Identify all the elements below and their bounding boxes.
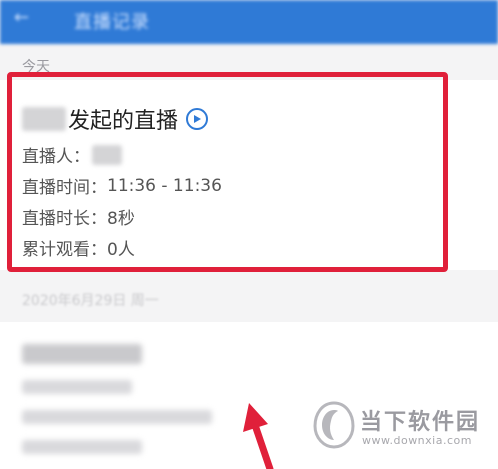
page-title: 直播记录 — [74, 12, 150, 33]
watermark: 当下软件园 www.downxia.com — [312, 400, 498, 460]
red-highlight-box — [7, 72, 448, 272]
app-header: ← 直播记录 — [0, 0, 498, 44]
blurred-line — [22, 440, 142, 454]
date-group-label-2: 2020年6月29日 周一 — [22, 293, 159, 309]
back-arrow-icon[interactable]: ← — [14, 7, 29, 28]
blurred-line — [22, 410, 212, 424]
screenshot: ← 直播记录 今天 发起的直播 直播人： 直播时间： 11:36 - 11:36… — [0, 0, 498, 469]
blurred-line — [22, 380, 132, 394]
watermark-name: 当下软件园 — [360, 410, 481, 435]
watermark-url: www.downxia.com — [362, 434, 472, 447]
blurred-title — [22, 344, 142, 364]
watermark-logo-icon — [313, 401, 355, 449]
